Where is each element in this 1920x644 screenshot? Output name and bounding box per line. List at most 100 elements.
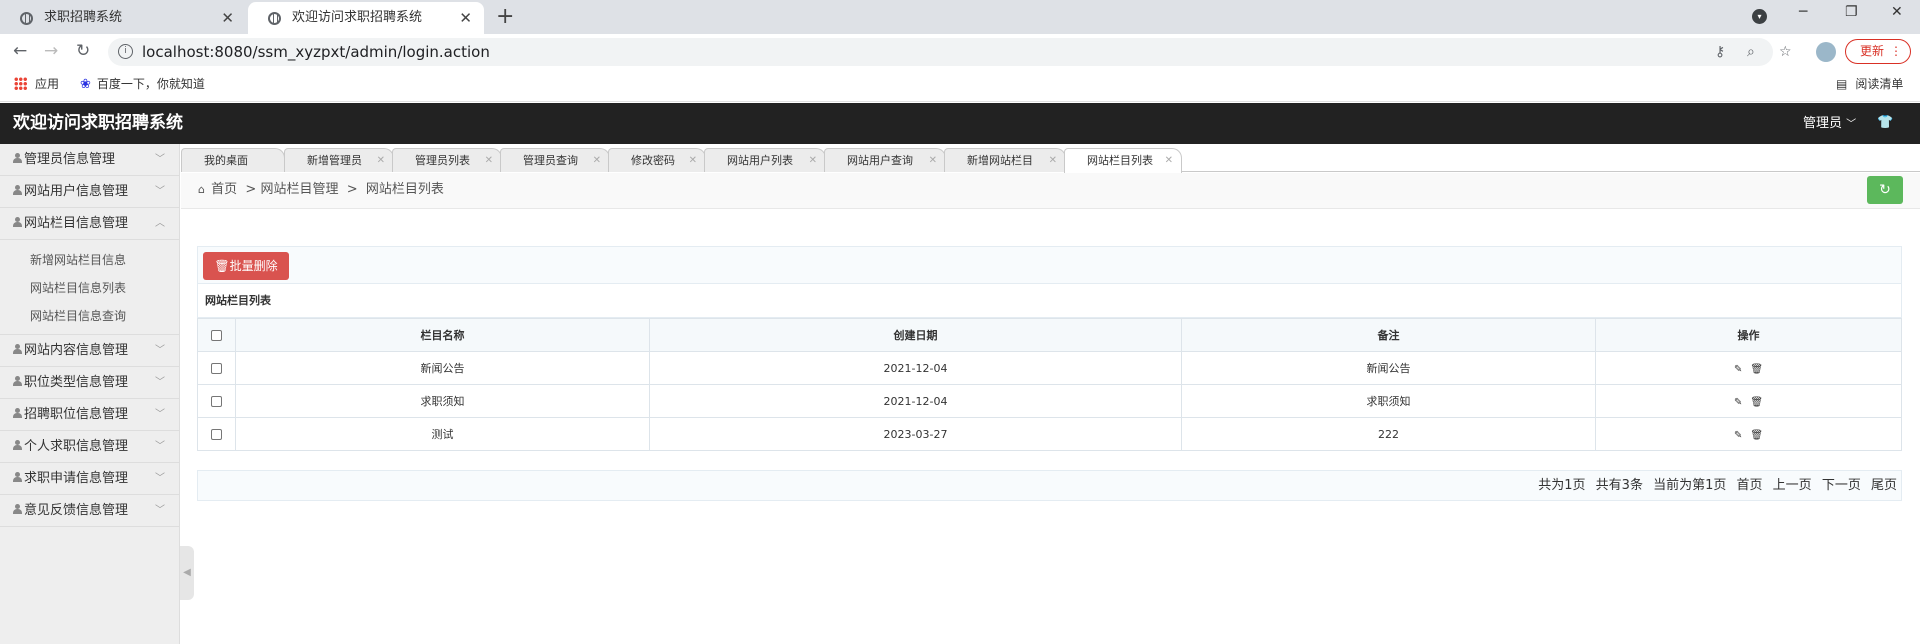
back-icon[interactable]: ← bbox=[13, 42, 27, 60]
tab-user-query[interactable]: 网站用户查询 ✕ bbox=[824, 148, 946, 172]
sidebar-item-columns[interactable]: 网站栏目信息管理 ︿ bbox=[0, 208, 179, 240]
user-icon bbox=[13, 376, 22, 386]
delete-icon[interactable]: 🗑 bbox=[1750, 397, 1763, 408]
sidebar-item-positions[interactable]: 招聘职位信息管理 ﹀ bbox=[0, 399, 179, 431]
tab-search-icon[interactable]: ▾ bbox=[1752, 9, 1767, 24]
avatar[interactable] bbox=[1816, 42, 1836, 62]
restore-icon[interactable]: ❐ bbox=[1845, 4, 1858, 20]
bookmarks-bar: 应用 ❀ 百度一下，你就知道 ▤ 阅读清单 bbox=[0, 70, 1920, 102]
submenu-item-column-query[interactable]: 网站栏目信息查询 bbox=[0, 302, 179, 330]
url-text[interactable]: localhost:8080/ssm_xyzpxt/admin/login.ac… bbox=[142, 38, 490, 66]
info-icon[interactable]: i bbox=[118, 44, 133, 59]
star-icon[interactable]: ☆ bbox=[1779, 44, 1792, 60]
list-caption: 网站栏目列表 bbox=[197, 284, 1902, 318]
breadcrumb-home[interactable]: 首页 bbox=[211, 182, 237, 197]
close-icon[interactable]: ✕ bbox=[593, 149, 601, 173]
chevron-down-icon: ﹀ bbox=[155, 409, 165, 420]
reload-icon[interactable]: ↻ bbox=[76, 42, 90, 60]
close-icon[interactable]: ✕ bbox=[689, 149, 697, 173]
select-all-checkbox[interactable] bbox=[211, 330, 222, 341]
chevron-down-icon: ﹀ bbox=[155, 441, 165, 452]
app-header: 欢迎访问求职招聘系统 管理员 ﹀ 👕 bbox=[0, 103, 1920, 144]
tab-label: 网站用户列表 bbox=[727, 154, 793, 167]
sidebar-item-label: 个人求职信息管理 bbox=[24, 439, 129, 454]
pager-next[interactable]: 下一页 bbox=[1822, 478, 1861, 493]
close-icon[interactable]: ✕ bbox=[929, 149, 937, 173]
column-header-note: 备注 bbox=[1181, 318, 1596, 352]
submenu-item-column-list[interactable]: 网站栏目信息列表 bbox=[0, 274, 179, 302]
chevron-down-icon: ﹀ bbox=[155, 154, 165, 165]
user-icon bbox=[13, 440, 22, 450]
sidebar-item-users[interactable]: 网站用户信息管理 ﹀ bbox=[0, 176, 179, 208]
globe-icon bbox=[268, 12, 281, 25]
tab-admin-query[interactable]: 管理员查询 ✕ bbox=[500, 148, 610, 172]
refresh-button[interactable]: ↻ bbox=[1867, 176, 1903, 204]
column-header-actions: 操作 bbox=[1595, 318, 1902, 352]
sidebar-item-label: 网站内容信息管理 bbox=[24, 343, 129, 358]
row-select-cell bbox=[197, 351, 236, 385]
bookmark-apps[interactable]: 应用 bbox=[14, 70, 59, 98]
cell-actions: ✎ 🗑 bbox=[1595, 384, 1902, 418]
chevron-left-icon: ◀ bbox=[183, 567, 191, 578]
delete-icon[interactable]: 🗑 bbox=[1750, 430, 1763, 441]
reading-list[interactable]: ▤ 阅读清单 bbox=[1836, 70, 1903, 98]
close-icon[interactable]: ✕ bbox=[809, 149, 817, 173]
apps-icon bbox=[14, 77, 27, 90]
sidebar-item-resumes[interactable]: 个人求职信息管理 ﹀ bbox=[0, 431, 179, 463]
tab-desktop[interactable]: 我的桌面 bbox=[181, 148, 285, 172]
browser-tab-2[interactable]: 欢迎访问求职招聘系统 ✕ bbox=[248, 2, 484, 34]
delete-icon[interactable]: 🗑 bbox=[1750, 364, 1763, 375]
skin-icon[interactable]: 👕 bbox=[1877, 115, 1893, 130]
bookmark-baidu[interactable]: ❀ 百度一下，你就知道 bbox=[80, 70, 205, 99]
breadcrumb-level2: 网站栏目列表 bbox=[365, 182, 444, 197]
sidebar-item-content[interactable]: 网站内容信息管理 ﹀ bbox=[0, 335, 179, 367]
row-checkbox[interactable] bbox=[211, 396, 222, 407]
sidebar-item-label: 招聘职位信息管理 bbox=[24, 407, 129, 422]
sidebar-item-job-types[interactable]: 职位类型信息管理 ﹀ bbox=[0, 367, 179, 399]
user-icon bbox=[13, 217, 22, 227]
close-icon[interactable]: ✕ bbox=[221, 2, 234, 34]
address-bar[interactable]: i localhost:8080/ssm_xyzpxt/admin/login.… bbox=[108, 38, 1792, 66]
edit-icon[interactable]: ✎ bbox=[1734, 397, 1742, 408]
submenu-item-add-column[interactable]: 新增网站栏目信息 bbox=[0, 246, 179, 274]
tab-label: 管理员列表 bbox=[415, 154, 470, 167]
close-icon[interactable]: ✕ bbox=[1165, 149, 1173, 173]
tab-admin-list[interactable]: 管理员列表 ✕ bbox=[392, 148, 502, 172]
edit-icon[interactable]: ✎ bbox=[1734, 430, 1742, 441]
row-checkbox[interactable] bbox=[211, 363, 222, 374]
key-icon[interactable]: ⚷ bbox=[1715, 44, 1725, 60]
minimize-icon[interactable]: ─ bbox=[1799, 4, 1807, 20]
window-close-icon[interactable]: ✕ bbox=[1891, 4, 1903, 20]
browser-tab-1[interactable]: 求职招聘系统 ✕ bbox=[0, 2, 246, 34]
user-icon bbox=[13, 472, 22, 482]
tab-add-column[interactable]: 新增网站栏目 ✕ bbox=[944, 148, 1066, 172]
sidebar-item-feedback[interactable]: 意见反馈信息管理 ﹀ bbox=[0, 495, 179, 527]
tab-change-password[interactable]: 修改密码 ✕ bbox=[608, 148, 706, 172]
sidebar-item-admin[interactable]: 管理员信息管理 ﹀ bbox=[0, 144, 179, 176]
sidebar-collapse-handle[interactable]: ◀ bbox=[180, 546, 194, 600]
sidebar-item-label: 求职申请信息管理 bbox=[24, 471, 129, 486]
pager-last[interactable]: 尾页 bbox=[1871, 478, 1897, 493]
close-icon[interactable]: ✕ bbox=[459, 2, 472, 34]
tab-column-list[interactable]: 网站栏目列表 ✕ bbox=[1064, 148, 1182, 173]
close-icon[interactable]: ✕ bbox=[377, 149, 385, 173]
tab-add-admin[interactable]: 新增管理员 ✕ bbox=[284, 148, 394, 172]
admin-dropdown[interactable]: 管理员 ﹀ bbox=[1803, 103, 1856, 145]
new-tab-icon[interactable]: + bbox=[496, 2, 514, 32]
close-icon[interactable]: ✕ bbox=[485, 149, 493, 173]
sidebar-item-applications[interactable]: 求职申请信息管理 ﹀ bbox=[0, 463, 179, 495]
column-header-name: 栏目名称 bbox=[235, 318, 650, 352]
row-checkbox[interactable] bbox=[211, 429, 222, 440]
batch-delete-button[interactable]: 🗑批量删除 bbox=[203, 252, 289, 280]
pager-prev[interactable]: 上一页 bbox=[1773, 478, 1812, 493]
forward-icon[interactable]: → bbox=[44, 42, 58, 60]
update-button[interactable]: 更新 ⋮ bbox=[1845, 39, 1911, 64]
zoom-icon[interactable]: ⌕ bbox=[1747, 44, 1755, 60]
cell-date: 2021-12-04 bbox=[649, 351, 1182, 385]
close-icon[interactable]: ✕ bbox=[1049, 149, 1057, 173]
edit-icon[interactable]: ✎ bbox=[1734, 364, 1742, 375]
sidebar-item-label: 网站栏目信息管理 bbox=[24, 216, 129, 231]
breadcrumb-level1[interactable]: 网站栏目管理 bbox=[260, 182, 338, 197]
pager-first[interactable]: 首页 bbox=[1737, 478, 1763, 493]
tab-user-list[interactable]: 网站用户列表 ✕ bbox=[704, 148, 826, 172]
